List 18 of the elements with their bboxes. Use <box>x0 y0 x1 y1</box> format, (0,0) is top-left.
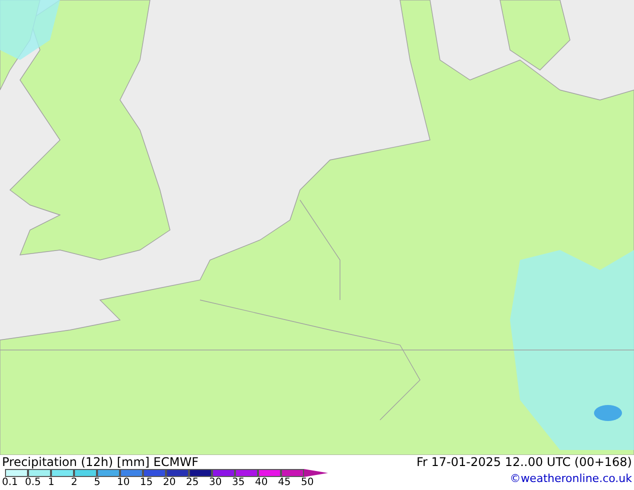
valid-time: Fr 17-01-2025 12..00 UTC (00+168) <box>416 455 632 469</box>
legend-label: 0.1 <box>2 477 19 489</box>
legend-label: 50 <box>301 477 315 489</box>
legend-label: 10 <box>117 477 131 489</box>
legend-label: 2 <box>71 477 78 489</box>
legend-label: 1 <box>48 477 56 489</box>
legend-label: 20 <box>163 477 177 489</box>
legend-label: 45 <box>278 477 292 489</box>
credit-link[interactable]: ©weatheronline.co.uk <box>510 471 632 487</box>
legend-label: 35 <box>232 477 246 489</box>
legend-label: 5 <box>94 477 102 489</box>
legend-arrow-icon <box>304 469 328 477</box>
legend-label: 30 <box>209 477 223 489</box>
legend-label: 15 <box>140 477 154 489</box>
legend-label: 25 <box>186 477 200 489</box>
legend-label: 0.5 <box>25 477 42 489</box>
chart-title: Precipitation (12h) [mm] ECMWF <box>2 455 200 469</box>
legend-label: 40 <box>255 477 269 489</box>
